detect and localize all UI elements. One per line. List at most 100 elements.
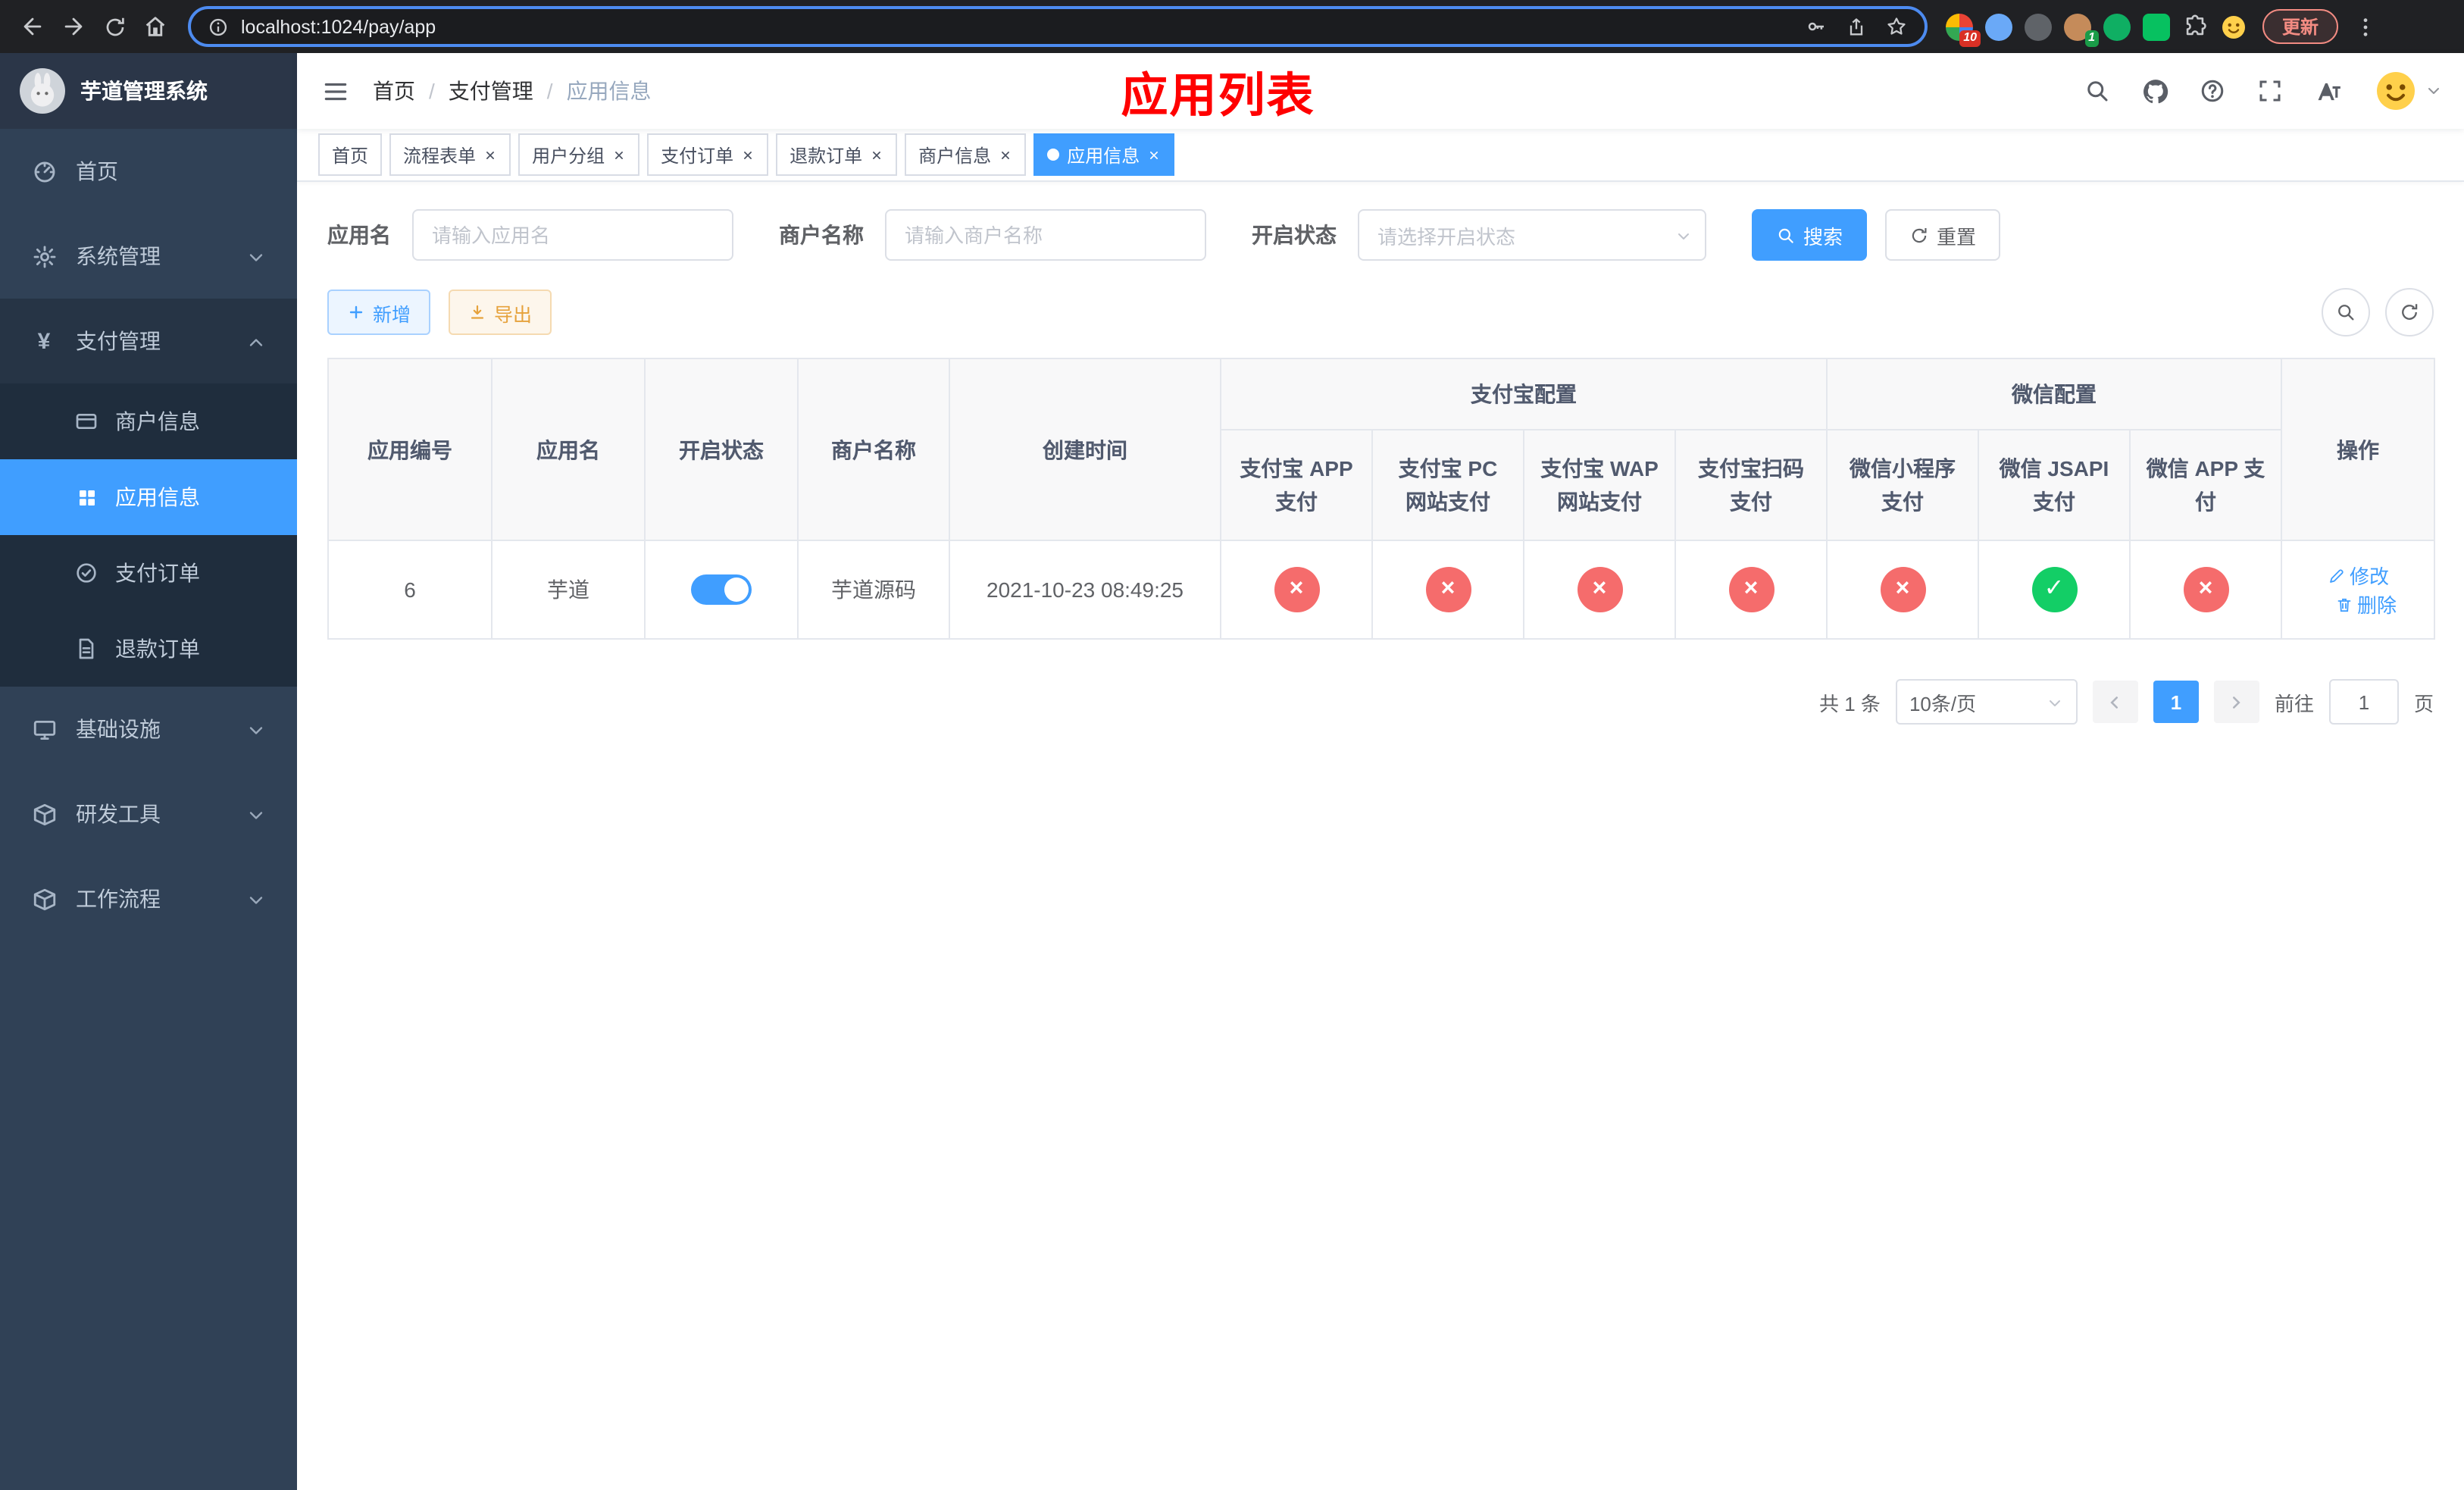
add-button-label: 新增 <box>373 304 411 325</box>
order-icon <box>73 561 100 585</box>
extension-avatar-icon[interactable]: 1 <box>2064 13 2099 46</box>
extension-multicolor-icon[interactable]: 10 <box>1946 13 1981 46</box>
goto-page-input[interactable] <box>2328 679 2399 725</box>
status-toggle[interactable] <box>691 574 752 605</box>
extensions-puzzle-icon[interactable] <box>2182 14 2208 39</box>
alipay-wap-status-icon: × <box>1577 567 1622 612</box>
browser-reload-icon[interactable] <box>94 6 135 47</box>
site-info-icon[interactable] <box>208 16 229 37</box>
cell-merchant: 芋道源码 <box>797 540 950 640</box>
delete-link[interactable]: 删除 <box>2334 590 2397 618</box>
tab-merchant-info[interactable]: 商户信息 <box>905 133 1027 176</box>
status-select[interactable]: 请选择开启状态 <box>1358 209 1706 261</box>
extension-emoji-icon[interactable] <box>2220 13 2247 40</box>
breadcrumb-item-current: 应用信息 <box>566 79 652 103</box>
browser-back-icon[interactable] <box>12 6 53 47</box>
col-header-created: 创建时间 <box>949 358 1221 541</box>
font-size-icon[interactable] <box>2306 70 2349 112</box>
page-size-value: 10条/页 <box>1909 692 1977 715</box>
box-icon <box>30 886 58 912</box>
browser-toolbar: localhost:1024/pay/app 10 1 更新 <box>0 0 2464 53</box>
tab-process-form[interactable]: 流程表单 <box>389 133 511 176</box>
app-name-input[interactable] <box>412 209 733 261</box>
search-button[interactable]: 搜索 <box>1752 209 1868 261</box>
sidebar-item-app-info[interactable]: 应用信息 <box>0 459 297 535</box>
browser-update-button[interactable]: 更新 <box>2262 9 2339 44</box>
cell-created: 2021-10-23 08:49:25 <box>949 540 1221 640</box>
reset-button-label: 重置 <box>1937 225 1977 248</box>
tab-refund-orders[interactable]: 退款订单 <box>776 133 898 176</box>
sidebar-item-dev-tools[interactable]: 研发工具 <box>0 772 297 856</box>
sidebar-item-label: 首页 <box>76 159 118 183</box>
password-key-icon[interactable] <box>1805 15 1828 38</box>
col-header-alipay-app: 支付宝 APP 支付 <box>1220 429 1373 541</box>
close-icon[interactable] <box>483 148 497 161</box>
tab-user-group[interactable]: 用户分组 <box>518 133 640 176</box>
next-page-button[interactable] <box>2213 681 2259 723</box>
delete-link-label: 删除 <box>2357 594 2397 617</box>
sidebar-item-pay-orders[interactable]: 支付订单 <box>0 535 297 611</box>
select-placeholder: 请选择开启状态 <box>1377 225 1516 248</box>
sidebar-toggle-icon[interactable] <box>297 53 373 129</box>
gear-icon <box>30 243 58 269</box>
extension-dark-icon[interactable] <box>2025 13 2052 40</box>
sidebar-item-merchant-info[interactable]: 商户信息 <box>0 383 297 459</box>
total-count: 共 1 条 <box>1819 692 1881 715</box>
sidebar-item-payment[interactable]: ¥ 支付管理 <box>0 299 297 383</box>
reset-button[interactable]: 重置 <box>1885 209 2001 261</box>
col-header-app-id: 应用编号 <box>327 358 492 541</box>
github-icon[interactable] <box>2134 70 2176 112</box>
tab-pay-orders[interactable]: 支付订单 <box>647 133 769 176</box>
sidebar-item-home[interactable]: 首页 <box>0 129 297 214</box>
close-icon[interactable] <box>999 148 1012 161</box>
col-header-alipay-wap: 支付宝 WAP 网站支付 <box>1523 429 1676 541</box>
tab-label: 用户分组 <box>532 145 605 166</box>
sidebar-item-refund-orders[interactable]: 退款订单 <box>0 611 297 687</box>
close-icon[interactable] <box>1147 148 1161 161</box>
address-bar[interactable]: localhost:1024/pay/app <box>188 6 1928 47</box>
close-icon[interactable] <box>612 148 626 161</box>
group-header-wechat: 微信配置 <box>1825 358 2283 430</box>
fullscreen-icon[interactable] <box>2249 70 2291 112</box>
user-menu[interactable] <box>2373 68 2443 114</box>
tab-app-info-active[interactable]: 应用信息 <box>1033 133 1175 176</box>
extension-wechat-icon[interactable] <box>2143 13 2170 40</box>
close-icon[interactable] <box>741 148 755 161</box>
header-search-icon[interactable] <box>2076 70 2118 112</box>
extension-blue-icon[interactable] <box>1985 13 2012 40</box>
page-number-button[interactable]: 1 <box>2153 681 2199 723</box>
edit-link[interactable]: 修改 <box>2327 561 2389 590</box>
sidebar-item-workflow[interactable]: 工作流程 <box>0 856 297 941</box>
col-header-app-name: 应用名 <box>491 358 646 541</box>
merchant-name-input[interactable] <box>885 209 1206 261</box>
app-navbar: 首页 / 支付管理 / 应用信息 应用列表 <box>297 53 2464 129</box>
breadcrumb-item[interactable]: 支付管理 <box>449 76 533 106</box>
browser-home-icon[interactable] <box>135 6 176 47</box>
refresh-button[interactable] <box>2385 288 2434 337</box>
monitor-icon <box>30 716 58 742</box>
help-icon[interactable] <box>2191 70 2234 112</box>
prev-page-button[interactable] <box>2092 681 2138 723</box>
alipay-pc-status-icon: × <box>1425 567 1471 612</box>
breadcrumb: 首页 / 支付管理 / 应用信息 <box>373 76 652 106</box>
sidebar-item-system[interactable]: 系统管理 <box>0 214 297 299</box>
browser-forward-icon[interactable] <box>53 6 94 47</box>
extension-green-circle-icon[interactable] <box>2103 13 2131 40</box>
tab-label: 退款订单 <box>790 145 863 166</box>
user-avatar <box>2373 68 2419 114</box>
logo-avatar <box>20 68 65 114</box>
breadcrumb-item[interactable]: 首页 <box>373 76 415 106</box>
app-logo[interactable]: 芋道管理系统 <box>0 53 297 129</box>
col-header-merchant: 商户名称 <box>797 358 950 541</box>
toggle-search-button[interactable] <box>2322 288 2370 337</box>
export-button[interactable]: 导出 <box>449 290 552 335</box>
tab-home[interactable]: 首页 <box>318 133 383 176</box>
browser-menu-icon[interactable] <box>2347 8 2384 45</box>
page-size-select[interactable]: 10条/页 <box>1895 679 2078 725</box>
bookmark-star-icon[interactable] <box>1885 15 1908 38</box>
sidebar-item-infrastructure[interactable]: 基础设施 <box>0 687 297 772</box>
extension-badge: 10 <box>1959 30 1981 46</box>
close-icon[interactable] <box>870 148 883 161</box>
add-button[interactable]: 新增 <box>327 290 431 335</box>
share-icon[interactable] <box>1846 16 1867 37</box>
